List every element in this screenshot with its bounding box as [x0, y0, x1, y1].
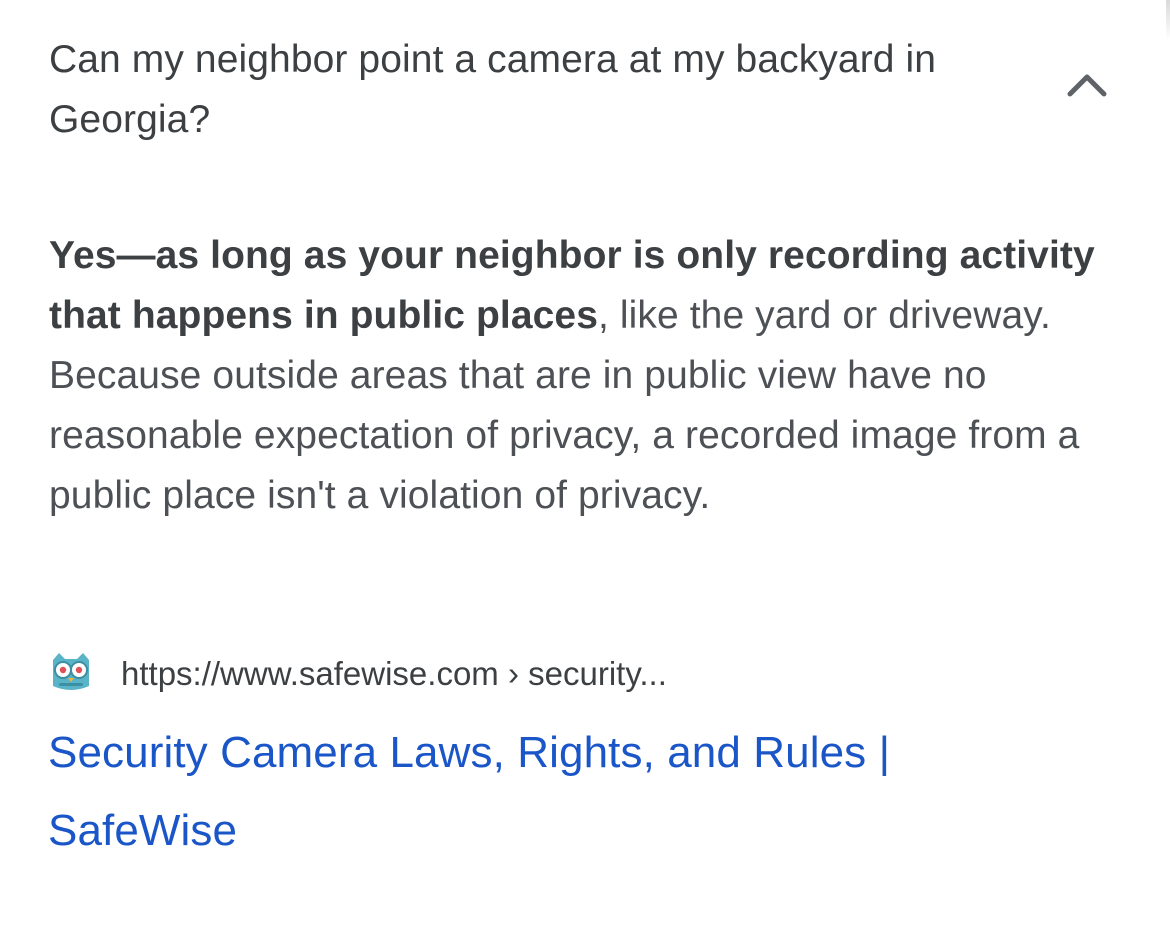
question-text: Can my neighbor point a camera at my bac…	[49, 38, 937, 141]
featured-snippet-panel: Can my neighbor point a camera at my bac…	[0, 0, 1170, 947]
question-row[interactable]: Can my neighbor point a camera at my bac…	[49, 30, 1139, 150]
source-row[interactable]: https://www.safewise.com › security...	[47, 646, 1047, 702]
source-url[interactable]: https://www.safewise.com › security...	[121, 652, 667, 696]
chevron-up-icon[interactable]	[1064, 68, 1110, 100]
owl-icon	[48, 649, 94, 695]
answer-paragraph: Yes—as long as your neighbor is only rec…	[49, 226, 1129, 526]
scrollbar-edge	[1166, 0, 1170, 40]
result-title-link[interactable]: Security Camera Laws, Rights, and Rules …	[48, 714, 1048, 870]
